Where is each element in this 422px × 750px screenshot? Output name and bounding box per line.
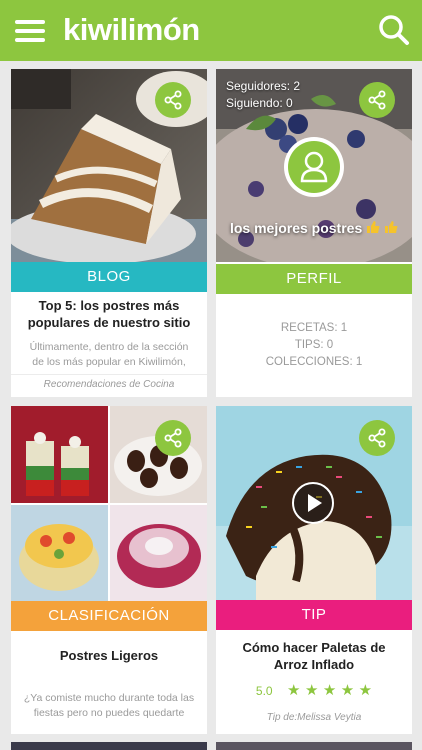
play-icon[interactable] [292,482,334,524]
card-title[interactable]: Top 5: los postres más populares de nues… [19,297,199,331]
card-title[interactable]: Postres Ligeros [19,647,199,664]
next-card-peek [216,742,412,750]
card-footer: Recomendaciones de Cocina [43,379,175,390]
profile-stats: RECETAS: 1 TIPS: 0 COLECCIONES: 1 [216,320,412,371]
followers-count: Seguidores: 2 [226,79,301,93]
card-title[interactable]: Cómo hacer Paletas de Arroz Inflado [224,639,404,673]
rating: 5.0 ★ ★ ★ ★ ★ [216,681,412,699]
thumbs-up-icon [366,218,380,233]
app-header: kiwilimón [0,0,422,61]
star-icon: ★ [340,682,355,699]
thumbs-up-icon [384,218,398,233]
blog-card[interactable]: BLOG Top 5: los postres más populares de… [11,69,207,397]
share-icon [368,428,386,448]
user-icon [300,151,328,183]
next-card-peek [11,742,207,750]
collections-count: COLECCIONES: 1 [265,356,363,368]
hamburger-menu-icon[interactable] [15,18,47,44]
profile-name[interactable]: los mejores postres [224,217,404,239]
share-icon [164,90,182,110]
card-excerpt: Últimamente, dentro de la sección de los… [29,341,189,368]
card-type-banner: TIP [216,600,412,630]
card-type-banner: PERFIL [216,264,412,294]
star-icon: ★ [304,682,319,699]
star-icon: ★ [358,682,373,699]
category-card[interactable]: CLASIFICACIÓN Postres Ligeros ¿Ya comist… [11,406,207,734]
divider [11,374,207,375]
recipes-count: RECETAS: 1 [280,322,348,334]
star-icon: ★ [322,682,337,699]
tip-card[interactable]: TIP Cómo hacer Paletas de Arroz Inflado … [216,406,412,734]
tips-count: TIPS: 0 [294,339,334,351]
card-excerpt: ¿Ya comiste mucho durante toda las fiest… [23,692,195,719]
share-icon [164,428,182,448]
following-count: Siguiendo: 0 [226,96,293,110]
app-logo: kiwilimón [63,12,200,47]
card-footer: Tip de:Melissa Veytia [266,712,362,723]
share-button[interactable] [359,82,395,118]
star-icon: ★ [287,682,301,699]
card-type-banner: CLASIFICACIÓN [11,601,207,631]
avatar[interactable] [284,137,344,197]
rating-value: 5.0 [255,684,273,698]
profile-card[interactable]: Seguidores: 2 Siguiendo: 0 los mejores p… [216,69,412,397]
search-icon[interactable] [378,14,410,46]
card-type-banner: BLOG [11,262,207,292]
share-button[interactable] [359,420,395,456]
share-button[interactable] [155,82,191,118]
share-button[interactable] [155,420,191,456]
share-icon [368,90,386,110]
